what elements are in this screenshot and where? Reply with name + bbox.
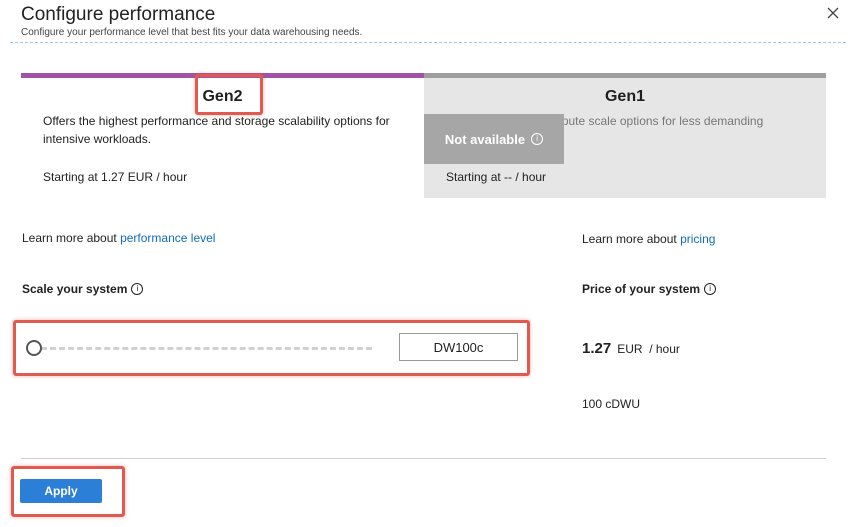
- slider-track[interactable]: [32, 347, 372, 350]
- info-icon[interactable]: i: [131, 283, 144, 295]
- tier-description-gen2: Offers the highest performance and stora…: [43, 114, 390, 146]
- learn-more-performance: Learn more about performance level: [22, 231, 215, 245]
- tier-card-gen2[interactable]: Gen2 Offers the highest performance and …: [21, 73, 424, 198]
- slider-handle[interactable]: [26, 340, 42, 356]
- price-unit: EUR / hour: [617, 342, 680, 356]
- pricing-link[interactable]: pricing: [680, 232, 715, 246]
- tier-price-gen2: Starting at 1.27 EUR / hour: [43, 170, 188, 184]
- tier-name-gen2: Gen2: [202, 88, 243, 105]
- price-label: Price of your system i: [582, 282, 717, 296]
- dwu-display: 100 cDWU: [582, 397, 641, 411]
- learn-more-pricing: Learn more about pricing: [582, 232, 715, 246]
- apply-button[interactable]: Apply: [20, 479, 102, 503]
- page-title: Configure performance: [21, 4, 216, 25]
- page-subtitle: Configure your performance level that be…: [21, 27, 363, 38]
- info-icon[interactable]: i: [531, 133, 544, 145]
- footer-divider: [21, 458, 826, 459]
- header-divider: [10, 42, 846, 43]
- learn-more-prefix: Learn more about: [582, 232, 677, 246]
- scale-label-text: Scale your system: [22, 282, 128, 296]
- scale-label: Scale your system i: [22, 282, 144, 296]
- info-icon[interactable]: i: [704, 283, 717, 295]
- close-icon[interactable]: [824, 4, 842, 22]
- tier-price-gen1: Starting at -- / hour: [446, 170, 547, 184]
- performance-level-link[interactable]: performance level: [120, 231, 215, 245]
- price-amount: 1.27: [582, 340, 612, 357]
- not-available-overlay: Not available i: [424, 114, 564, 164]
- tier-card-gen1: Gen1 Offers the lowest compute scale opt…: [424, 73, 826, 198]
- price-label-text: Price of your system: [582, 282, 701, 296]
- learn-more-prefix: Learn more about: [22, 231, 117, 245]
- tier-name-gen1: Gen1: [604, 88, 645, 105]
- price-display: 1.27 EUR / hour: [582, 340, 680, 357]
- not-available-label: Not available: [444, 131, 526, 147]
- scale-slider[interactable]: [26, 333, 376, 363]
- dw-level-input[interactable]: DW100c: [399, 333, 518, 361]
